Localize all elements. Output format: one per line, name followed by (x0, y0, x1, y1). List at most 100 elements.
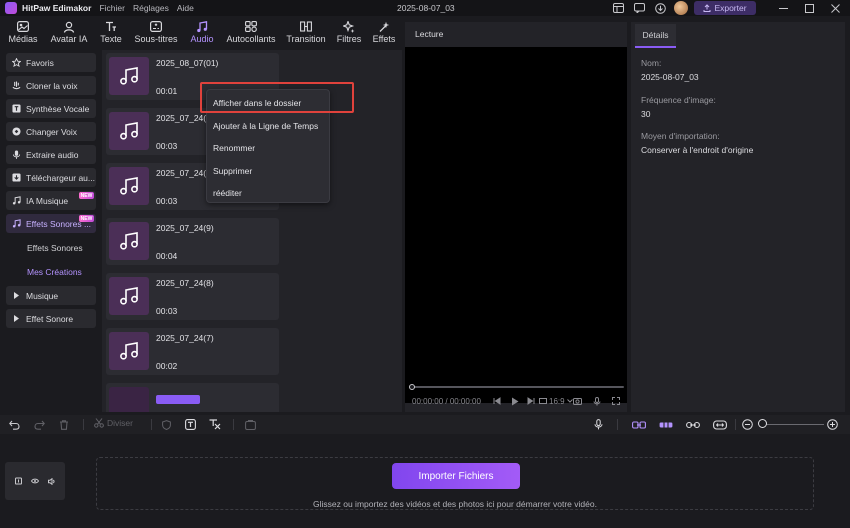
zoom-slider-track[interactable] (764, 424, 824, 425)
track-visibility-icon[interactable] (31, 478, 39, 484)
sidebar-item-ia-musique[interactable]: IA Musique NEW (6, 191, 96, 210)
download-circle-icon[interactable] (653, 1, 667, 15)
sidebar-subitem-effets-sonores[interactable]: Effets Sonores (27, 243, 83, 253)
step-back-icon[interactable] (493, 396, 501, 406)
zoom-in-icon[interactable] (827, 418, 838, 431)
microphone-record-icon[interactable] (594, 418, 603, 431)
sidebar-item-favoris[interactable]: Favoris (6, 53, 96, 72)
menu-item-ajouter-a-la-ligne-de-temps[interactable]: Ajouter à la Ligne de Temps (213, 121, 318, 131)
snapshot-icon[interactable] (573, 396, 582, 406)
scissors-icon (94, 418, 104, 428)
media-card[interactable]: 2025_07_24(7) 00:02 (106, 328, 279, 375)
menu-fichier[interactable]: Fichier (99, 3, 125, 13)
tab-sous-titres[interactable]: Sous-titres (130, 16, 182, 46)
menu-item-reediter[interactable]: rééditer (213, 188, 242, 198)
user-avatar[interactable] (674, 1, 688, 15)
menu-reglages[interactable]: Réglages (133, 3, 169, 13)
link-clips-icon[interactable] (632, 418, 646, 431)
media-duration: 00:03 (156, 141, 178, 151)
image-frame-icon[interactable] (245, 418, 256, 431)
sound-effects-icon (12, 219, 21, 228)
sidebar-item-label: Musique (26, 290, 59, 301)
layout-icon[interactable] (611, 1, 625, 15)
feedback-icon[interactable] (632, 1, 646, 15)
tab-effets[interactable]: Effets (366, 16, 402, 46)
play-icon[interactable] (511, 396, 519, 406)
sidebar-item-synthese-vocale[interactable]: Synthèse Vocale (6, 99, 96, 118)
close-icon[interactable] (828, 1, 842, 15)
text-box-icon[interactable] (185, 418, 196, 431)
chevron-down-icon (566, 399, 573, 403)
step-forward-icon[interactable] (527, 396, 535, 406)
tab-label: Texte (100, 34, 122, 44)
tab-medias[interactable]: Médias (0, 16, 46, 46)
magnet-snap-icon[interactable] (659, 418, 673, 431)
tab-avatar-ia[interactable]: Avatar IA (46, 16, 92, 46)
sidebar-item-effet-sonore[interactable]: Effet Sonore (6, 309, 96, 328)
tab-label: Effets (372, 34, 396, 44)
split-button[interactable]: Diviser (94, 418, 133, 428)
sidebar-item-extraire-audio[interactable]: Extraire audio (6, 145, 96, 164)
media-card[interactable]: 2025_07_24(9) 00:04 (106, 218, 279, 265)
minimize-icon[interactable] (776, 1, 790, 15)
track-lock-icon[interactable] (15, 477, 22, 485)
media-card[interactable]: 2025_07_24(8) 00:03 (106, 273, 279, 320)
tab-details[interactable]: Détails (635, 24, 676, 48)
music-note-icon (120, 177, 138, 195)
toolbar-divider (735, 419, 736, 430)
tab-label: Médias (8, 34, 38, 44)
sidebar-item-effets-sonores[interactable]: Effets Sonores ... NEW (6, 214, 96, 233)
timeline-toolbar: Diviser (0, 415, 850, 434)
tab-label: Transition (286, 34, 326, 44)
seek-bar[interactable] (410, 386, 624, 388)
sidebar-item-telechargeur-audio[interactable]: Téléchargeur au... (6, 168, 96, 187)
text-clear-icon[interactable] (209, 418, 221, 431)
video-canvas[interactable] (405, 47, 627, 403)
new-badge: NEW (79, 215, 94, 222)
sidebar-item-label: Changer Voix (26, 126, 78, 137)
tab-transition[interactable]: Transition (280, 16, 332, 46)
menu-aide[interactable]: Aide (177, 3, 194, 13)
track-mute-icon[interactable] (48, 477, 56, 485)
sidebar-item-label: Extraire audio (26, 149, 79, 160)
tab-label: Filtres (336, 34, 362, 44)
tab-filtres[interactable]: Filtres (332, 16, 366, 46)
sidebar-subitem-mes-creations[interactable]: Mes Créations (27, 267, 82, 277)
sidebar-item-cloner-la-voix[interactable]: Cloner la voix (6, 76, 96, 95)
shield-icon[interactable] (162, 418, 171, 431)
menu-item-supprimer[interactable]: Supprimer (213, 166, 252, 176)
media-tag (156, 395, 200, 404)
media-duration: 00:02 (156, 361, 178, 371)
toolbar-divider (83, 419, 84, 430)
maximize-icon[interactable] (802, 1, 816, 15)
music-note-icon (120, 287, 138, 305)
music-note-icon (120, 342, 138, 360)
detach-icon[interactable] (686, 418, 700, 431)
zoom-slider-handle[interactable] (758, 419, 767, 428)
import-files-button[interactable]: Importer Fichiers (392, 463, 520, 489)
media-card-partial[interactable] (106, 383, 279, 412)
media-duration: 00:03 (156, 306, 178, 316)
caret-right-icon (12, 314, 21, 323)
sidebar-item-label: Synthèse Vocale (26, 103, 90, 114)
delete-icon[interactable] (59, 418, 69, 431)
detail-value-frequence: 30 (641, 109, 651, 119)
voice-icon[interactable] (593, 396, 601, 406)
fit-timeline-icon[interactable] (713, 418, 727, 431)
sidebar-item-musique[interactable]: Musique (6, 286, 96, 305)
export-button[interactable]: Exporter (694, 1, 756, 15)
seek-handle[interactable] (409, 384, 415, 390)
zoom-out-icon[interactable] (742, 418, 753, 431)
highlight-box (200, 82, 354, 113)
menu-item-renommer[interactable]: Renommer (213, 143, 255, 153)
redo-icon[interactable] (34, 418, 45, 431)
aspect-ratio-select[interactable]: 16:9 (539, 396, 573, 406)
tab-texte[interactable]: Texte (92, 16, 130, 46)
sidebar-item-changer-voix[interactable]: Changer Voix (6, 122, 96, 141)
tab-autocollants[interactable]: Autocollants (222, 16, 280, 46)
fullscreen-icon[interactable] (612, 396, 620, 406)
audio-thumbnail (109, 332, 149, 370)
tab-audio[interactable]: Audio (182, 16, 222, 46)
ai-music-icon (12, 196, 21, 205)
undo-icon[interactable] (9, 418, 20, 431)
